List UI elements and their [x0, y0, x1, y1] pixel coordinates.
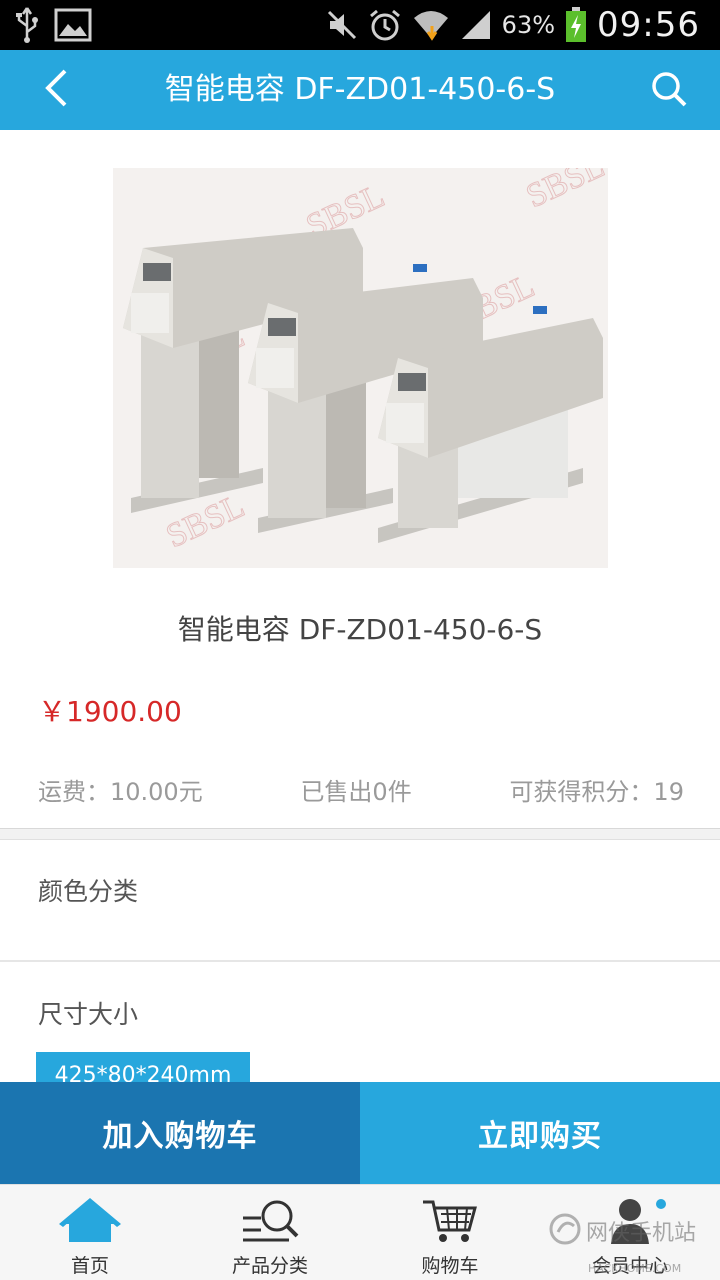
clock: 09:56 [597, 5, 700, 45]
product-price: ￥1900.00 [38, 695, 182, 728]
usb-icon [14, 6, 40, 44]
search-icon [650, 70, 688, 112]
notification-dot [656, 1199, 666, 1209]
product-meta: 运费：10.00元 已售出0件 可获得积分：19 [38, 772, 684, 807]
nav-item-cart[interactable]: 购物车 [360, 1185, 540, 1280]
search-button[interactable] [648, 70, 690, 112]
size-option-chip[interactable]: 425*80*240mm [36, 1052, 250, 1082]
action-bar: 加入购物车 立即购买 [0, 1082, 720, 1184]
alarm-icon [368, 8, 402, 42]
size-option-label: 尺寸大小 [38, 1000, 139, 1029]
battery-charging-icon [565, 7, 587, 43]
watermark-sub: HACKHOME.COM [588, 1262, 682, 1275]
reward-points: 可获得积分：19 [509, 778, 684, 806]
signal-icon [460, 9, 492, 41]
category-search-icon [239, 1195, 301, 1245]
product-image[interactable]: SBSL SBSL SBSL SBSL SBSL SBSL [113, 168, 608, 568]
sold-count: 已售出0件 [300, 778, 412, 806]
status-bar: 63% 09:56 [0, 0, 720, 50]
nav-label-category: 产品分类 [231, 1255, 308, 1277]
battery-percent: 63% [501, 11, 556, 39]
product-name: 智能电容 DF-ZD01-450-6-S [177, 613, 543, 646]
shipping-fee: 运费：10.00元 [38, 778, 203, 806]
buy-now-button[interactable]: 立即购买 [360, 1082, 720, 1184]
home-icon [59, 1195, 121, 1245]
nav-label-home: 首页 [70, 1255, 109, 1277]
svg-text:SBSL: SBSL [521, 168, 608, 215]
nav-item-category[interactable]: 产品分类 [180, 1185, 360, 1280]
option-divider [0, 960, 720, 962]
nav-item-home[interactable]: 首页 [0, 1185, 180, 1280]
image-icon [54, 8, 92, 42]
page-title: 智能电容 DF-ZD01-450-6-S [164, 72, 556, 107]
cart-icon [419, 1195, 481, 1245]
product-detail: SBSL SBSL SBSL SBSL SBSL SBSL [0, 130, 720, 1082]
section-divider [0, 828, 720, 840]
mute-icon [326, 9, 358, 41]
wifi-icon [412, 8, 450, 42]
chevron-left-icon [43, 68, 69, 112]
color-option-label: 颜色分类 [38, 877, 139, 906]
back-button[interactable] [36, 68, 76, 112]
add-to-cart-button[interactable]: 加入购物车 [0, 1082, 360, 1184]
app-header: 智能电容 DF-ZD01-450-6-S [0, 50, 720, 130]
nav-label-cart: 购物车 [421, 1255, 479, 1277]
member-icon [599, 1195, 661, 1245]
